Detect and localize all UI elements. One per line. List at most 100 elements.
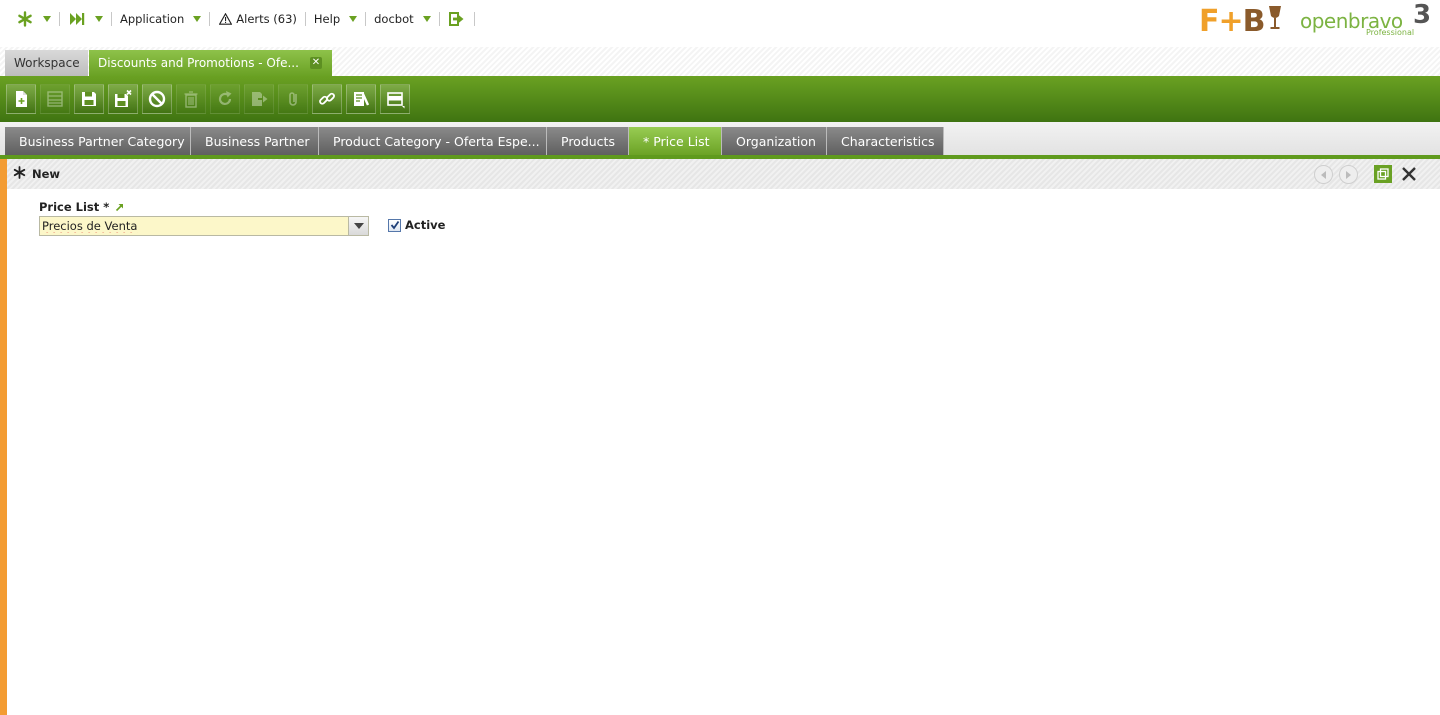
tab-business-partner[interactable]: Business Partner bbox=[191, 127, 319, 156]
grid-view-button[interactable] bbox=[40, 84, 70, 114]
export-icon bbox=[252, 92, 268, 106]
create-new-menu[interactable] bbox=[10, 8, 57, 30]
tab-organization[interactable]: Organization bbox=[722, 127, 827, 156]
nav-divider bbox=[111, 12, 112, 26]
price-list-dropdown-button[interactable] bbox=[348, 217, 368, 235]
status-title: New bbox=[13, 166, 60, 182]
grid-view-icon bbox=[47, 91, 63, 107]
logout-button[interactable] bbox=[442, 8, 472, 30]
chevron-down-icon bbox=[349, 16, 358, 22]
openbravo-logo: openbravo 3 Professional bbox=[1298, 0, 1433, 39]
record-tab-bar: Business Partner Category Business Partn… bbox=[0, 122, 1440, 156]
tab-discounts-label: Discounts and Promotions - Ofe... bbox=[98, 56, 299, 70]
tab-label: Business Partner Category bbox=[19, 134, 185, 149]
help-menu-label: Help bbox=[313, 12, 341, 26]
user-menu-label: docbot bbox=[374, 12, 414, 26]
arrow-left-icon bbox=[1321, 170, 1326, 179]
cancel-icon bbox=[148, 90, 166, 108]
active-view-indicator bbox=[0, 159, 7, 715]
tab-label: Organization bbox=[736, 134, 816, 149]
fb-logo-f: F+ bbox=[1199, 3, 1244, 39]
active-checkbox-field: Active bbox=[388, 218, 445, 232]
tools-icon bbox=[354, 92, 370, 106]
link-icon bbox=[319, 92, 335, 105]
active-label: Active bbox=[405, 218, 446, 232]
openbravo-logo-edition: Professional bbox=[1366, 28, 1415, 37]
tab-label: Business Partner bbox=[205, 134, 310, 149]
logout-icon bbox=[448, 10, 466, 28]
layout-icon bbox=[387, 92, 405, 109]
tab-discounts-and-promotions[interactable]: Discounts and Promotions - Ofe... ✕ bbox=[89, 50, 332, 76]
fb-logo: F+ B bbox=[1199, 3, 1283, 39]
tab-price-list[interactable]: * Price List bbox=[629, 127, 722, 156]
close-form-button[interactable] bbox=[1399, 164, 1419, 184]
alerts-link[interactable]: Alerts (63) bbox=[212, 8, 303, 30]
maximize-icon bbox=[1377, 168, 1389, 180]
tab-products[interactable]: Products bbox=[547, 127, 629, 156]
active-checkbox[interactable] bbox=[388, 218, 401, 232]
previous-record-button[interactable] bbox=[1314, 165, 1333, 184]
undo-button[interactable] bbox=[142, 84, 172, 114]
tab-product-category[interactable]: Product Category - Oferta Espe... bbox=[319, 127, 547, 156]
tab-label: Characteristics bbox=[841, 134, 935, 149]
warning-icon bbox=[218, 10, 232, 28]
toggle-layout-button[interactable] bbox=[380, 84, 410, 114]
price-list-input[interactable] bbox=[40, 217, 348, 235]
chevron-down-icon bbox=[422, 16, 431, 22]
glass-icon bbox=[1267, 3, 1283, 39]
application-menu[interactable]: Application bbox=[114, 8, 207, 30]
attach-button[interactable] bbox=[278, 84, 308, 114]
status-title-label: New bbox=[32, 167, 61, 181]
tab-business-partner-category[interactable]: Business Partner Category bbox=[5, 127, 191, 156]
arrow-right-icon bbox=[1346, 170, 1351, 179]
tab-label: Products bbox=[561, 134, 615, 149]
close-icon bbox=[1402, 167, 1416, 181]
form-toolbar bbox=[0, 76, 1440, 122]
top-navigation-bar: Application Alerts (63) Help docbot F+ B… bbox=[0, 0, 1440, 39]
nav-divider bbox=[209, 12, 211, 26]
tab-label: Product Category - Oferta Espe... bbox=[333, 134, 540, 149]
nav-divider bbox=[438, 12, 440, 26]
checkmark-icon bbox=[390, 220, 399, 230]
paperclip-icon bbox=[289, 92, 297, 106]
price-list-combobox bbox=[39, 216, 369, 236]
asterisk-icon bbox=[13, 166, 26, 182]
tools-button[interactable] bbox=[346, 84, 376, 114]
price-list-field-label: Price List * bbox=[39, 200, 124, 214]
help-menu[interactable]: Help bbox=[308, 8, 363, 30]
record-form: Price List * Active bbox=[7, 189, 1440, 715]
tab-workspace-label: Workspace bbox=[14, 56, 80, 70]
save-icon bbox=[82, 92, 96, 106]
price-list-label: Price List * bbox=[39, 200, 110, 214]
link-arrow-icon[interactable] bbox=[115, 203, 124, 212]
nav-divider bbox=[365, 12, 367, 26]
fb-logo-b: B bbox=[1242, 3, 1266, 39]
save-button[interactable] bbox=[74, 84, 104, 114]
delete-button[interactable] bbox=[176, 84, 206, 114]
user-menu[interactable]: docbot bbox=[368, 8, 437, 30]
maximize-button[interactable] bbox=[1374, 165, 1392, 183]
main-navigation: Application Alerts (63) Help docbot bbox=[10, 8, 477, 30]
status-bar: New bbox=[7, 159, 1440, 189]
next-record-button[interactable] bbox=[1339, 165, 1358, 184]
save-and-close-button[interactable] bbox=[108, 84, 138, 114]
refresh-button[interactable] bbox=[210, 84, 240, 114]
save-close-icon bbox=[115, 89, 132, 107]
close-tab-icon[interactable]: ✕ bbox=[310, 57, 322, 69]
alerts-label: Alerts (63) bbox=[236, 12, 297, 26]
tab-characteristics[interactable]: Characteristics bbox=[827, 127, 944, 156]
nav-divider bbox=[304, 12, 306, 26]
chevron-down-icon bbox=[193, 16, 202, 22]
chevron-down-icon bbox=[95, 16, 103, 22]
chevron-down-icon bbox=[43, 16, 51, 22]
chevron-down-icon bbox=[353, 223, 364, 229]
tab-workspace[interactable]: Workspace bbox=[5, 50, 88, 76]
export-button[interactable] bbox=[244, 84, 274, 114]
trash-icon bbox=[184, 91, 198, 108]
new-document-button[interactable] bbox=[6, 84, 36, 114]
quick-launch-menu[interactable] bbox=[62, 8, 109, 30]
window-tab-bar: Workspace Discounts and Promotions - Ofe… bbox=[0, 47, 1440, 76]
link-button[interactable] bbox=[312, 84, 342, 114]
application-menu-label: Application bbox=[120, 12, 185, 26]
refresh-icon bbox=[218, 91, 232, 105]
